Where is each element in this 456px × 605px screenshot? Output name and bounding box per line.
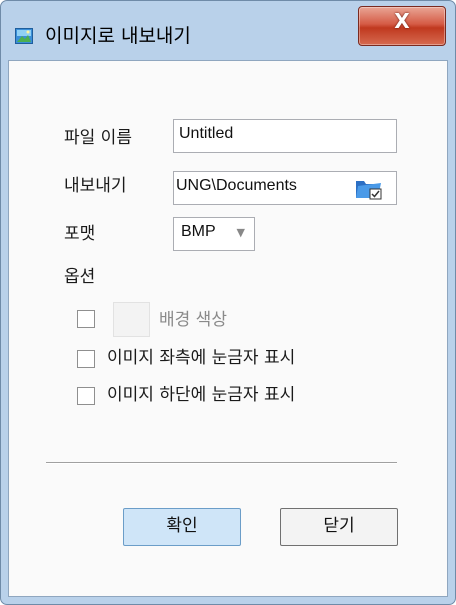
background-color-checkbox[interactable] xyxy=(77,310,95,328)
title-bar[interactable]: 이미지로 내보내기 X xyxy=(1,1,455,69)
left-ruler-label[interactable]: 이미지 좌측에 눈금자 표시 xyxy=(107,346,295,370)
image-icon xyxy=(15,28,33,44)
close-icon: X xyxy=(394,9,410,33)
background-color-label: 배경 색상 xyxy=(159,310,227,330)
window-close-button[interactable]: X xyxy=(358,6,446,46)
filename-value: Untitled xyxy=(179,125,234,142)
export-image-dialog: 이미지로 내보내기 X 파일 이름 Untitled 내보내기 UNG\Docu… xyxy=(0,0,456,605)
bottom-ruler-label[interactable]: 이미지 하단에 눈금자 표시 xyxy=(107,383,295,407)
separator xyxy=(46,462,397,464)
filename-field[interactable]: Untitled xyxy=(173,119,397,153)
bottom-ruler-checkbox[interactable] xyxy=(77,387,95,405)
ok-button[interactable]: 확인 xyxy=(123,508,241,546)
format-label: 포맷 xyxy=(64,224,96,244)
background-color-swatch xyxy=(113,302,150,337)
folder-icon[interactable] xyxy=(354,175,384,201)
chevron-down-icon: ▼ xyxy=(236,226,245,239)
filename-label: 파일 이름 xyxy=(64,128,132,148)
format-select[interactable]: BMP ▼ xyxy=(173,217,255,251)
export-path-value: UNG\Documents xyxy=(176,177,297,194)
options-label: 옵션 xyxy=(64,267,96,287)
export-path-label: 내보내기 xyxy=(64,176,127,196)
left-ruler-checkbox[interactable] xyxy=(77,350,95,368)
window-title: 이미지로 내보내기 xyxy=(45,25,191,47)
close-button[interactable]: 닫기 xyxy=(280,508,398,546)
format-value: BMP xyxy=(181,223,216,240)
